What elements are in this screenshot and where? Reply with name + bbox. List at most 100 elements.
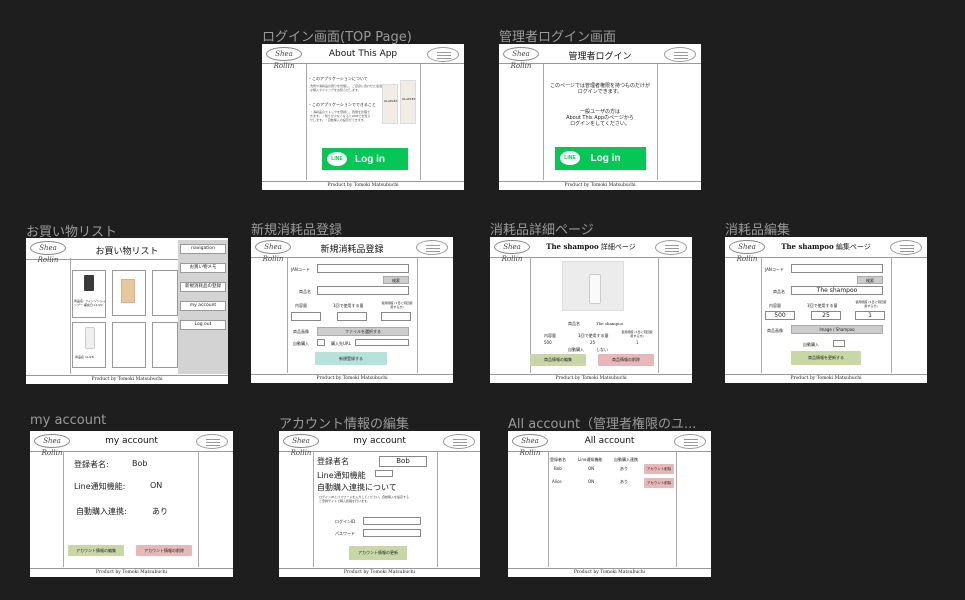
name-label: 商品名 [773,289,785,294]
item-card[interactable] [112,270,146,316]
footer: Product by Tomoki Matsubuchi [490,374,692,383]
edit-account-button[interactable]: アカウント情報の編集 [68,545,124,556]
divider [63,451,64,567]
auto-checkbox[interactable] [317,339,325,346]
item-card[interactable] [152,322,178,368]
jan-label: JANコード [291,267,310,272]
menu-shopping-memo[interactable]: お買い物メモ [180,263,226,273]
screen-new-item: Shea Rollin 新規消耗品登録 JANコード 検索 商品名 内容量 1回… [251,237,453,383]
image-label: 商品画像 [767,328,783,333]
divider [420,64,421,180]
count-label: 使用頻度 (1日に何回使用するか) [381,301,413,309]
about-heading: ・このアプリケーションについて [308,76,368,81]
jan-label: JANコード [765,267,784,272]
usage-label: 1回で使用する量 [807,303,838,308]
jan-input[interactable] [317,264,409,273]
frame-title-new-item: 新規消耗品登録 [251,223,343,238]
frame-title-detail: 消耗品詳細ページ [490,223,594,238]
header: Shea Rollin The shampoo 詳細ページ [490,237,692,263]
footer: Product by Tomoki Matsubuchi [26,375,228,384]
bottle-image [85,327,95,349]
product-photo [562,261,624,311]
name-input[interactable]: Bob [379,456,427,467]
usage-label: 1回で使用する量 [578,333,609,338]
login-id-input[interactable] [363,517,421,525]
login-label: Log in [355,154,385,165]
hamburger-menu-icon[interactable] [674,434,706,449]
frame-title-account-edit: アカウント情報の編集 [279,417,410,432]
count-label: 使用頻度 (1日に何回使用するか) [855,300,887,308]
auto-checkbox[interactable] [833,340,845,347]
frame-title-top: ログイン画面(TOP Page) [262,30,412,45]
row-line: ON [588,479,595,484]
name-input[interactable]: The shampoo [791,286,883,295]
product-bottle-image: OLAPLEX [400,80,416,124]
divider [761,257,762,373]
usage-value: 25 [590,340,596,345]
frame-title-my-account: my account [30,413,107,428]
update-account-button[interactable]: アカウント情報の更新 [349,546,407,560]
delete-item-button[interactable]: 商品情報の削除 [598,354,654,366]
header: Shea Rollin The shampoo 編集ページ [725,237,927,263]
item-card[interactable]: 商品名 11/28 [72,322,106,368]
name-label: 商品名 [568,321,580,326]
bottle-image [589,274,601,304]
header: Shea Rollin About This App [262,44,464,70]
bottle-image [84,275,94,291]
usage-input[interactable]: 25 [811,311,841,320]
hamburger-menu-icon[interactable] [443,434,475,449]
divider [676,451,677,567]
item-name-title: The shampoo [546,242,599,251]
edit-item-button[interactable]: 商品情報の編集 [530,354,586,366]
product-label: OLAPLEX [384,99,398,103]
usage-input[interactable] [337,312,367,321]
line-label: Line通知機能: [74,482,126,491]
hamburger-menu-icon[interactable] [416,240,448,255]
delete-account-button[interactable]: アカウント情報の削除 [136,545,192,556]
menu-my-account[interactable]: my account [180,301,226,311]
menu-new-item[interactable]: 新規消耗品の登録 [180,282,226,292]
item-card[interactable]: 商品名: フィンゾンシャンプー 補充日:11/20 [72,270,106,318]
line-value: ON [150,481,163,490]
navigation-drawer: navigation お買い物メモ 新規消耗品の登録 my account Lo… [178,240,228,374]
search-button[interactable]: 検索 [383,276,409,284]
delete-account-button[interactable]: アカウント削除 [644,464,674,474]
jan-input[interactable] [791,264,883,273]
line-label: Line通知機能 [317,471,366,480]
capacity-input[interactable] [291,312,321,321]
search-button[interactable]: 検索 [857,276,883,284]
count-label: 使用頻度 (1日に何回使用するか) [621,330,653,338]
capacity-label: 内容量 [295,303,307,308]
delete-account-button[interactable]: アカウント削除 [644,478,674,488]
frame-title-all-account: All account（管理者権限のユ... [508,417,697,432]
line-login-button[interactable]: LINE Log in [322,148,408,170]
item-card[interactable] [152,270,178,316]
page-title-suffix: 詳細ページ [598,243,636,251]
register-button[interactable]: 新規登録する [315,352,387,365]
line-toggle[interactable] [375,470,393,477]
hamburger-menu-icon[interactable] [664,47,696,62]
hamburger-menu-icon[interactable] [890,240,922,255]
count-value: 1 [636,340,639,345]
hamburger-menu-icon[interactable] [196,434,228,449]
count-input[interactable]: 1 [855,311,885,320]
count-input[interactable] [381,312,411,321]
password-input[interactable] [363,529,421,537]
divider [287,257,288,373]
name-input[interactable] [317,286,409,295]
name-value: Bob [132,459,148,468]
login-label: Log in [590,153,621,164]
file-select-button[interactable]: ファイルを選択する [317,327,409,336]
hamburger-menu-icon[interactable] [427,47,459,62]
hamburger-menu-icon[interactable] [655,240,687,255]
capacity-input[interactable]: 500 [765,311,795,320]
buy-url-input[interactable] [355,339,409,346]
update-item-button[interactable]: 商品情報を更新する [791,351,861,365]
item-card[interactable] [112,322,146,368]
image-file-button[interactable]: Image / Shampoo [791,325,883,334]
divider [313,451,314,567]
menu-logout[interactable]: Log out [180,320,226,330]
divider [548,451,549,567]
line-login-button[interactable]: LINE Log in [555,147,646,170]
password-label: パスワード [335,531,355,536]
